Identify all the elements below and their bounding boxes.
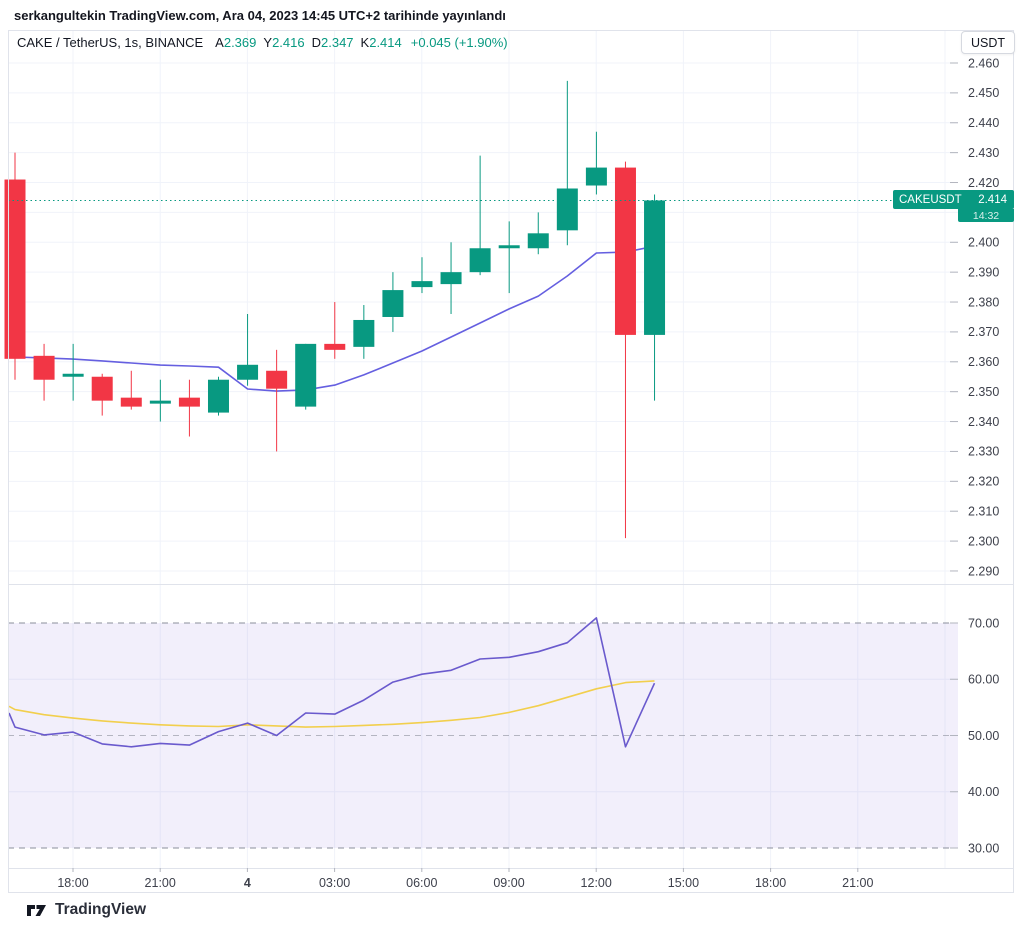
candle xyxy=(470,248,491,272)
candle xyxy=(586,168,607,186)
candle-countdown: 14:32 xyxy=(958,209,1014,222)
chart-canvas[interactable]: 2.460 2.450 2.440 2.430 2.420 2.400 2.390 2.380… xyxy=(0,0,1024,931)
currency-toggle-button[interactable]: USDT xyxy=(961,31,1015,54)
candle xyxy=(411,281,432,287)
ohlc-high: Y2.416 xyxy=(263,35,304,50)
candle xyxy=(34,356,55,380)
rsi-axis-label: 70.00 xyxy=(968,616,999,630)
symbol-legend[interactable]: CAKE / TetherUS, 1s, BINANCE A2.369 Y2.4… xyxy=(17,35,508,50)
candle xyxy=(295,344,316,407)
candle xyxy=(324,344,345,350)
rsi-axis-label: 50.00 xyxy=(968,729,999,743)
price-axis-label: 2.390 xyxy=(968,265,999,279)
candle xyxy=(237,365,258,380)
current-price-label: CAKEUSDT 2.414 14:32 xyxy=(893,190,1014,222)
price-axis-label: 2.460 xyxy=(968,56,999,70)
candle xyxy=(499,245,520,248)
rsi-axis-label: 60.00 xyxy=(968,673,999,687)
price-axis-label: 2.380 xyxy=(968,295,999,309)
candle xyxy=(382,290,403,317)
time-axis-label: 12:00 xyxy=(581,876,612,890)
candle xyxy=(150,401,171,404)
candle xyxy=(266,371,287,389)
time-axis-label: 15:00 xyxy=(668,876,699,890)
time-axis-label: 06:00 xyxy=(406,876,437,890)
candle xyxy=(179,398,200,407)
candle xyxy=(528,233,549,248)
candle xyxy=(557,188,578,230)
candle xyxy=(208,380,229,413)
candle xyxy=(92,377,113,401)
ohlc-close: K2.414 xyxy=(361,35,402,50)
rsi-axis-label: 30.00 xyxy=(968,841,999,855)
candle xyxy=(5,180,26,359)
price-axis-label: 2.400 xyxy=(968,236,999,250)
price-ma-line xyxy=(9,246,655,391)
candle xyxy=(121,398,142,407)
price-axis-label: 2.290 xyxy=(968,564,999,578)
price-label-value: 2.414 xyxy=(978,194,1007,206)
rsi-axis-label: 40.00 xyxy=(968,785,999,799)
tradingview-brand-text: TradingView xyxy=(55,901,146,919)
price-axis-label: 2.440 xyxy=(968,116,999,130)
candle xyxy=(644,200,665,334)
price-axis-label: 2.370 xyxy=(968,325,999,339)
candle xyxy=(615,168,636,335)
publish-text: serkangultekin TradingView.com, Ara 04, … xyxy=(14,8,506,23)
candle xyxy=(63,374,84,377)
price-axis-label: 2.430 xyxy=(968,146,999,160)
price-label-symbol: CAKEUSDT xyxy=(899,194,962,206)
tradingview-logo-icon xyxy=(26,902,47,919)
price-axis-label: 2.340 xyxy=(968,415,999,429)
time-axis-label: 03:00 xyxy=(319,876,350,890)
time-axis-label: 4 xyxy=(244,876,251,890)
ohlc-low: D2.347 xyxy=(312,35,354,50)
time-axis-label: 18:00 xyxy=(755,876,786,890)
change-value: +0.045 (+1.90%) xyxy=(411,35,508,50)
time-axis-label: 18:00 xyxy=(57,876,88,890)
ohlc-open: A2.369 xyxy=(215,35,256,50)
price-axis-label: 2.360 xyxy=(968,355,999,369)
price-axis-label: 2.310 xyxy=(968,505,999,519)
candle xyxy=(353,320,374,347)
price-axis-label: 2.450 xyxy=(968,86,999,100)
price-axis-label: 2.350 xyxy=(968,385,999,399)
candle xyxy=(441,272,462,284)
price-axis-label: 2.320 xyxy=(968,475,999,489)
publish-bar: serkangultekin TradingView.com, Ara 04, … xyxy=(0,0,1024,30)
price-axis-label: 2.300 xyxy=(968,534,999,548)
time-axis-label: 21:00 xyxy=(145,876,176,890)
tradingview-footer[interactable]: TradingView xyxy=(26,901,146,919)
symbol-title[interactable]: CAKE / TetherUS, 1s, BINANCE xyxy=(17,35,203,50)
price-axis-label: 2.330 xyxy=(968,445,999,459)
tradingview-chart-page: serkangultekin TradingView.com, Ara 04, … xyxy=(0,0,1024,931)
time-axis-label: 21:00 xyxy=(842,876,873,890)
price-axis-label: 2.420 xyxy=(968,176,999,190)
time-axis-label: 09:00 xyxy=(493,876,524,890)
